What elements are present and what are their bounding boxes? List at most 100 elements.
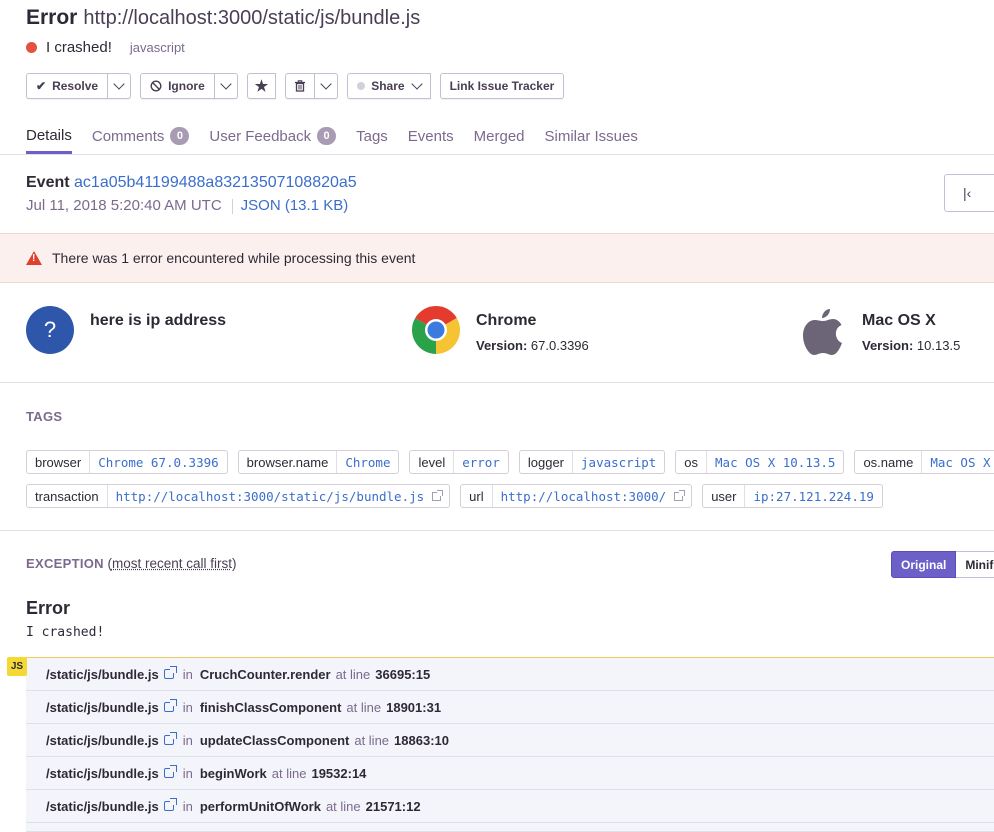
level-indicator-icon — [26, 42, 37, 53]
ignore-button[interactable]: Ignore — [140, 73, 215, 99]
bookmark-group: ★ — [247, 73, 276, 99]
bookmark-button[interactable]: ★ — [247, 73, 276, 99]
external-link-icon[interactable] — [432, 492, 441, 501]
delete-group — [285, 73, 338, 99]
exception-view-toggle: Original Minified — [891, 551, 994, 578]
user-context-title: here is ip address — [90, 312, 226, 330]
share-button[interactable]: Share — [347, 73, 430, 99]
tab-events[interactable]: Events — [408, 120, 454, 154]
stack-frame[interactable]: /static/js/bundle.js in performUnitOfWork a… — [26, 790, 994, 823]
stack-frame[interactable]: /static/js/bundle.js in CruchCounter.rende… — [26, 658, 994, 691]
star-icon: ★ — [255, 77, 268, 95]
tag-transaction[interactable]: transaction http://localhost:3000/static/… — [26, 484, 450, 508]
page-title: Error http://localhost:3000/static/js/bun… — [26, 6, 420, 30]
question-icon: ? — [26, 306, 74, 354]
tag-os[interactable]: os Mac OS X 10.13.5 — [675, 450, 844, 474]
tag-browser[interactable]: browser Chrome 67.0.3396 — [26, 450, 228, 474]
event-date-line: Jul 11, 2018 5:20:40 AM UTC JSON (13.1 KB… — [26, 197, 348, 214]
tab-comments[interactable]: Comments 0 — [92, 120, 190, 154]
error-subtitle: I crashed! javascript — [26, 39, 185, 56]
ignore-group: Ignore — [140, 73, 238, 99]
open-source-icon[interactable] — [164, 801, 174, 811]
tab-user-feedback[interactable]: User Feedback 0 — [209, 120, 336, 154]
event-id-link[interactable]: ac1a05b41199488a83213507108820a5 — [74, 174, 357, 191]
stack-frame[interactable]: /static/js/bundle.js in beginWork at line 19… — [26, 757, 994, 790]
exception-type: Error — [26, 598, 70, 619]
tag-browser-name[interactable]: browser.name Chrome — [238, 450, 400, 474]
stack-frame[interactable]: /static/js/bundle.js in updateClassCompone… — [26, 724, 994, 757]
view-original-button[interactable]: Original — [891, 551, 956, 578]
issue-tabs: Details Comments 0 User Feedback 0 Tags Ev… — [26, 120, 658, 154]
comments-count-badge: 0 — [170, 127, 189, 145]
event-json-link[interactable]: JSON (13.1 KB) — [241, 197, 349, 214]
platform-label: javascript — [130, 40, 185, 55]
stack-frame-partial — [26, 823, 994, 832]
issue-actions-toolbar: ✔ Resolve Ignore ★ Share Link Issue Track… — [26, 72, 564, 100]
first-page-icon: |‹ — [963, 185, 971, 201]
stacktrace: /static/js/bundle.js in CruchCounter.rende… — [26, 657, 994, 832]
tab-similar-issues[interactable]: Similar Issues — [545, 120, 638, 154]
chevron-down-icon — [411, 78, 422, 89]
share-status-icon — [357, 82, 365, 90]
external-link-icon[interactable] — [674, 492, 683, 501]
browser-name: Chrome — [476, 312, 589, 330]
share-group: Share — [347, 73, 430, 99]
os-name: Mac OS X — [862, 312, 960, 330]
feedback-count-badge: 0 — [317, 127, 336, 145]
error-message: I crashed! — [46, 39, 112, 56]
resolve-dropdown-button[interactable] — [108, 73, 131, 99]
open-source-icon[interactable] — [164, 735, 174, 745]
resolve-group: ✔ Resolve — [26, 73, 131, 99]
open-source-icon[interactable] — [164, 669, 174, 679]
error-type: Error — [26, 6, 77, 29]
tab-tags[interactable]: Tags — [356, 120, 388, 154]
divider — [232, 199, 233, 214]
error-url: http://localhost:3000/static/js/bundle.j… — [83, 7, 420, 29]
chevron-down-icon — [220, 78, 231, 89]
delete-button[interactable] — [285, 73, 315, 99]
user-context: ? here is ip address — [26, 306, 226, 354]
apple-icon — [802, 306, 844, 356]
resolve-button[interactable]: ✔ Resolve — [26, 73, 108, 99]
tag-logger[interactable]: logger javascript — [519, 450, 665, 474]
event-date: Jul 11, 2018 5:20:40 AM UTC — [26, 197, 222, 214]
javascript-platform-icon: JS — [7, 657, 27, 676]
stack-frame[interactable]: /static/js/bundle.js in finishClassCompone… — [26, 691, 994, 724]
check-icon: ✔ — [36, 79, 46, 93]
processing-error-alert: ! There was 1 error encountered while pr… — [0, 233, 994, 283]
os-version: Version: 10.13.5 — [862, 338, 960, 353]
tags-row: browser Chrome 67.0.3396 browser.name Chro… — [26, 450, 994, 474]
tab-details[interactable]: Details — [26, 120, 72, 154]
chevron-down-icon — [321, 78, 332, 89]
oldest-event-button[interactable]: |‹ — [944, 174, 994, 212]
tag-user[interactable]: user ip:27.121.224.19 — [702, 484, 883, 508]
exception-value: I crashed! — [26, 625, 104, 640]
ignore-dropdown-button[interactable] — [215, 73, 238, 99]
delete-dropdown-button[interactable] — [315, 73, 338, 99]
chrome-icon — [412, 306, 460, 354]
warning-icon: ! — [26, 251, 42, 265]
tags-divider — [0, 530, 994, 531]
ban-icon — [150, 80, 162, 92]
open-source-icon[interactable] — [164, 702, 174, 712]
browser-version: Version: 67.0.3396 — [476, 338, 589, 353]
tag-level[interactable]: level error — [409, 450, 508, 474]
view-minified-button[interactable]: Minified — [956, 551, 994, 578]
exception-section-title: EXCEPTION (most recent call first) — [26, 556, 236, 571]
tab-merged[interactable]: Merged — [474, 120, 525, 154]
tag-url[interactable]: url http://localhost:3000/ — [460, 484, 692, 508]
browser-context: Chrome Version: 67.0.3396 — [412, 306, 589, 354]
tags-section-title: TAGS — [26, 409, 62, 424]
tag-os-name[interactable]: os.name Mac OS X — [854, 450, 994, 474]
tags-list: browser Chrome 67.0.3396 browser.name Chro… — [26, 450, 994, 518]
link-issue-tracker-button[interactable]: Link Issue Tracker — [440, 73, 565, 99]
os-context: Mac OS X Version: 10.13.5 — [802, 306, 960, 356]
event-id-line: Event ac1a05b41199488a83213507108820a5 — [26, 174, 357, 192]
trash-icon — [294, 80, 306, 92]
tags-row: transaction http://localhost:3000/static/… — [26, 484, 994, 508]
context-divider — [0, 382, 994, 383]
exception-order-toggle[interactable]: (most recent call first) — [107, 556, 236, 571]
tabs-divider — [0, 154, 994, 155]
open-source-icon[interactable] — [164, 768, 174, 778]
alert-text: There was 1 error encountered while proc… — [52, 250, 415, 266]
